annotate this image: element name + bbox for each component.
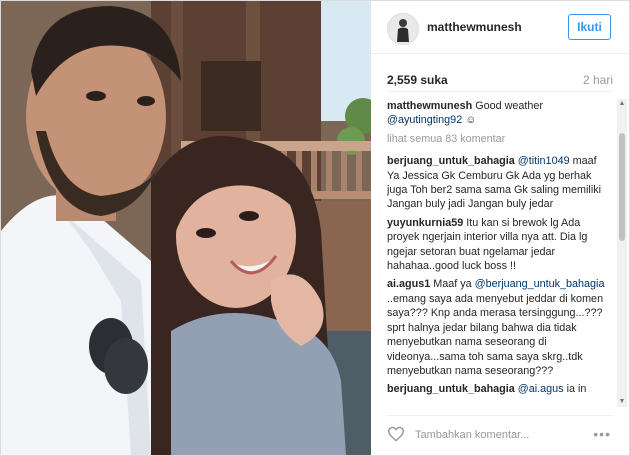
caption-text: Good weather [472,100,544,112]
caption-mention[interactable]: @ayutingting92 [387,114,462,126]
post-photo-image [1,1,371,455]
post-meta: 2,559 suka 2 hari [387,67,613,92]
post-photo[interactable] [1,1,371,455]
add-comment-input[interactable]: Tambahkan komentar... [415,429,529,441]
comment-text: ia in [563,383,587,396]
comment-mention[interactable]: @ai.agus [518,383,564,395]
comment-username[interactable]: berjuang_untuk_bahagia [387,155,515,167]
post-author-username[interactable]: matthewmunesh [427,20,522,34]
comment-username[interactable]: yuyunkurnia59 [387,217,463,229]
post-footer: Tambahkan komentar... ••• [387,415,613,452]
user-avatar[interactable] [387,13,419,45]
comment-item: berjuang_untuk_bahagia @titin1049 maaf Y… [387,154,609,212]
more-options-icon[interactable]: ••• [593,426,611,442]
comment-item: berjuang_untuk_bahagia @ai.agus ia in [387,382,609,396]
post-details-panel: matthewmunesh Ikuti 2,559 suka 2 hari ma… [371,1,629,455]
view-all-comments-link[interactable]: lihat semua 83 komentar [387,132,609,146]
heart-icon[interactable] [387,426,405,442]
caption-tail: ☺ [462,114,477,127]
comment-mention[interactable]: @titin1049 [518,155,570,167]
comment-username[interactable]: berjuang_untuk_bahagia [387,383,515,395]
instagram-post-frame: matthewmunesh Ikuti 2,559 suka 2 hari ma… [0,0,630,456]
avatar-figure-icon [397,19,409,42]
scrollbar-thumb[interactable] [619,133,625,241]
comment-text: ..emang saya ada menyebut jeddar di kome… [387,292,604,377]
comments-scrollbar[interactable]: ▲ ▼ [617,99,627,407]
post-header: matthewmunesh Ikuti [371,1,629,54]
likes-count[interactable]: 2,559 suka [387,73,448,87]
comment-text-prefix: Maaf ya [430,278,475,291]
scroll-down-arrow-icon[interactable]: ▼ [617,397,627,407]
caption: matthewmunesh Good weather @ayutingting9… [387,99,609,128]
follow-button[interactable]: Ikuti [568,14,611,40]
comment-item: ai.agus1 Maaf ya @berjuang_untuk_bahagia… [387,277,609,378]
comment-username[interactable]: ai.agus1 [387,278,430,290]
comments-list: matthewmunesh Good weather @ayutingting9… [387,99,609,407]
comment-mention[interactable]: @berjuang_untuk_bahagia [475,278,605,290]
scroll-up-arrow-icon[interactable]: ▲ [617,99,627,109]
post-time[interactable]: 2 hari [583,73,613,87]
comment-item: yuyunkurnia59 Itu kan si brewok lg Ada p… [387,216,609,274]
caption-username[interactable]: matthewmunesh [387,100,472,112]
